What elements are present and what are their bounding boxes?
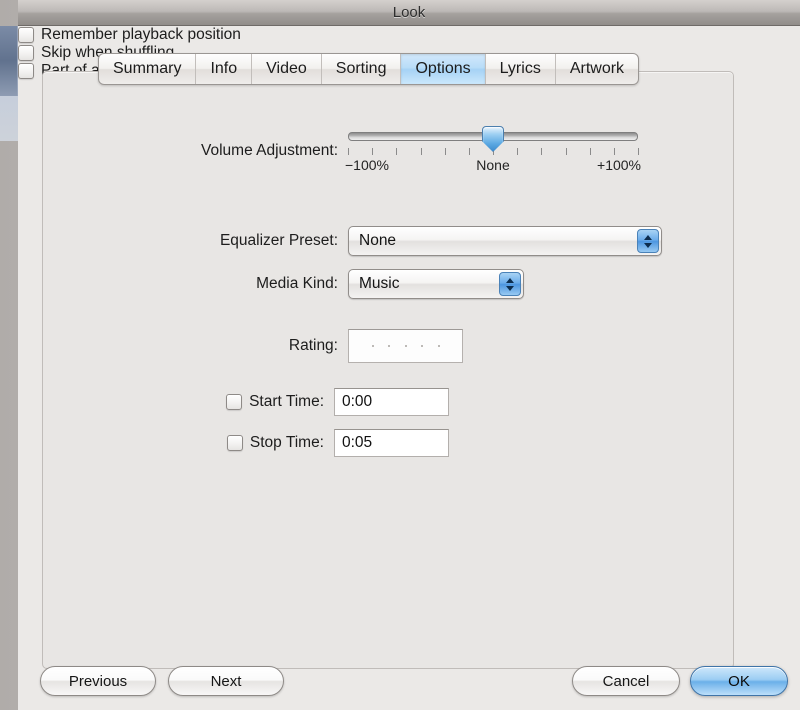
slider-tick	[421, 148, 422, 155]
slider-tick	[445, 148, 446, 155]
slider-tick	[517, 148, 518, 155]
chevron-updown-icon[interactable]	[499, 272, 521, 296]
volume-slider-scale: −100% None +100%	[348, 157, 638, 175]
remember-playback-position-row[interactable]: Remember playback position	[18, 26, 800, 44]
equalizer-preset-value: None	[349, 232, 396, 250]
volume-min-label: −100%	[345, 157, 389, 173]
equalizer-preset-row: Equalizer Preset: None	[18, 226, 710, 256]
tab-summary[interactable]: Summary	[99, 54, 196, 84]
remember-playback-position-label: Remember playback position	[41, 26, 241, 44]
start-time-label: Start Time:	[249, 393, 324, 411]
tab-info[interactable]: Info	[196, 54, 252, 84]
slider-tick	[396, 148, 397, 155]
rating-star-placeholder[interactable]	[405, 345, 407, 347]
tab-lyrics[interactable]: Lyrics	[486, 54, 556, 84]
stop-time-row: Stop Time: 0:05	[18, 429, 710, 457]
slider-tick	[541, 148, 542, 155]
stop-time-checkbox[interactable]	[227, 435, 243, 451]
volume-adjustment-label: Volume Adjustment:	[18, 142, 348, 160]
chevron-updown-icon[interactable]	[637, 229, 659, 253]
volume-slider[interactable]: −100% None +100%	[348, 126, 638, 176]
slider-tick	[566, 148, 567, 155]
rating-stars-field[interactable]	[348, 329, 463, 363]
media-kind-label: Media Kind:	[18, 275, 348, 293]
background-window-edge[interactable]	[0, 26, 18, 96]
slider-tick	[614, 148, 615, 155]
tab-artwork[interactable]: Artwork	[556, 54, 638, 84]
slider-tick	[590, 148, 591, 155]
rating-star-placeholder[interactable]	[372, 345, 374, 347]
slider-tick	[348, 148, 349, 155]
cancel-button[interactable]: Cancel	[572, 666, 680, 696]
start-time-checkbox[interactable]	[226, 394, 242, 410]
tab-options[interactable]: Options	[401, 54, 485, 84]
window-titlebar[interactable]: Look	[18, 0, 800, 26]
media-kind-value: Music	[349, 275, 399, 293]
next-button[interactable]: Next	[168, 666, 284, 696]
equalizer-preset-label: Equalizer Preset:	[18, 232, 348, 250]
slider-tick	[469, 148, 470, 155]
volume-adjustment-row: Volume Adjustment: −100% None +100%	[18, 126, 710, 176]
screen: Look SummaryInfoVideoSortingOptionsLyric…	[0, 0, 800, 710]
rating-star-placeholder[interactable]	[388, 345, 390, 347]
stop-time-label: Stop Time:	[250, 434, 324, 452]
previous-button[interactable]: Previous	[40, 666, 156, 696]
rating-star-placeholder[interactable]	[421, 345, 423, 347]
start-time-row: Start Time: 0:00	[18, 388, 710, 416]
start-time-input[interactable]: 0:00	[334, 388, 449, 416]
start-time-leader: Start Time:	[18, 393, 334, 411]
stop-time-leader: Stop Time:	[18, 434, 334, 452]
volume-max-label: +100%	[597, 157, 641, 173]
window-title: Look	[18, 4, 800, 21]
background-window-strip	[0, 96, 18, 141]
rating-row: Rating:	[18, 329, 710, 363]
tab-sorting[interactable]: Sorting	[322, 54, 402, 84]
media-kind-row: Media Kind: Music	[18, 269, 710, 299]
stop-time-input[interactable]: 0:05	[334, 429, 449, 457]
slider-tick	[372, 148, 373, 155]
rating-star-placeholder[interactable]	[438, 345, 440, 347]
options-dialog: SummaryInfoVideoSortingOptionsLyricsArtw…	[18, 26, 800, 710]
ok-button[interactable]: OK	[690, 666, 788, 696]
remember-playback-position-checkbox[interactable]	[18, 27, 34, 43]
part-of-gapless-album-checkbox[interactable]	[18, 63, 34, 79]
tab-bar: SummaryInfoVideoSortingOptionsLyricsArtw…	[98, 53, 639, 85]
tab-video[interactable]: Video	[252, 54, 322, 84]
rating-label: Rating:	[18, 337, 348, 355]
equalizer-preset-select[interactable]: None	[348, 226, 662, 256]
volume-mid-label: None	[476, 157, 509, 173]
skip-when-shuffling-checkbox[interactable]	[18, 45, 34, 61]
media-kind-select[interactable]: Music	[348, 269, 524, 299]
slider-tick	[638, 148, 639, 155]
